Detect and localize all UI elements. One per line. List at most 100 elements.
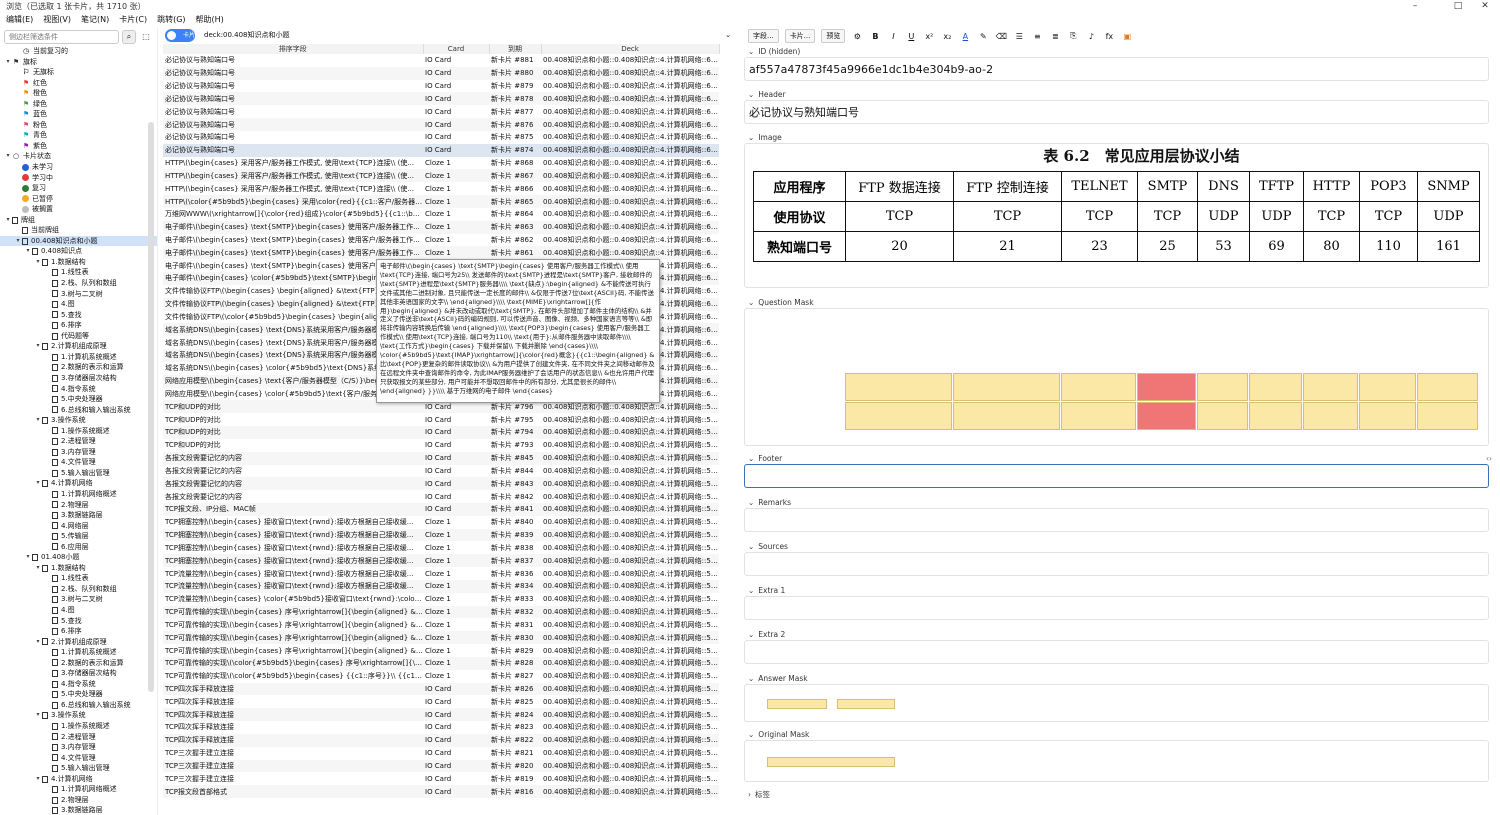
sidebar-tree-item[interactable]: 5.查找 (0, 616, 157, 627)
bold-button[interactable]: B (869, 32, 881, 41)
sidebar-tree-item[interactable]: 6.总线和输入输出系统 (0, 700, 157, 711)
sidebar-tree-item[interactable]: 2.物理层 (0, 795, 157, 806)
table-row[interactable]: 必记协议与熟知端口号 IO Card 新卡片 #874 00.408知识点和小题::0… (163, 143, 719, 157)
table-row[interactable]: TCP和UDP的对比 IO Card 新卡片 #793 00.408知识点和小题::0… (163, 439, 719, 452)
footer-field-label[interactable]: ⌄ Footer ‹› (740, 452, 1500, 464)
tags-label[interactable]: › 标签 (740, 788, 1500, 800)
chevron-down-icon[interactable]: ▾ (34, 478, 42, 489)
sidebar-tree-item[interactable]: 6.排序 (0, 626, 157, 637)
chevron-down-icon[interactable]: ▾ (34, 774, 42, 785)
sidebar-tree-item[interactable]: 4.指令系统 (0, 679, 157, 690)
table-row[interactable]: TCP流量控制\(\begin{cases} 接收窗口\text{rwnd}:接… (163, 567, 719, 580)
sidebar-tree-item[interactable]: ▾ 1.数据结构 (0, 257, 157, 268)
close-button[interactable]: ✕ (1470, 0, 1500, 13)
chevron-down-icon[interactable]: ▾ (34, 341, 42, 352)
collapse-icon[interactable]: ⌄ (748, 730, 754, 739)
sidebar-tree-item[interactable]: 6.总线和输入输出系统 (0, 405, 157, 416)
sidebar-tree-item[interactable]: ▾ ⚑ 旗标 (0, 57, 157, 68)
table-row[interactable]: TCP报文段首部格式 IO Card 新卡片 #816 00.408知识点和小题::0… (163, 785, 719, 799)
table-row[interactable]: TCP拥塞控制\(\begin{cases} 接收窗口\text{rwnd}:接… (163, 528, 719, 542)
sidebar-tree-item[interactable]: 5.传输层 (0, 531, 157, 542)
ordered-list-icon[interactable]: ≡ (1031, 32, 1043, 41)
remarks-field-label[interactable]: ⌄ Remarks (740, 496, 1500, 508)
formula-button[interactable]: fx (1103, 32, 1115, 41)
table-row[interactable]: TCP可靠传输的实现\(\color{#5b9bd5}\begin{cases}… (163, 656, 719, 670)
table-row[interactable]: 必记协议与熟知端口号 IO Card 新卡片 #878 00.408知识点和小题::0… (163, 92, 719, 106)
table-row[interactable]: TCP可靠传输的实现\(\begin{cases} 序号\xrightarrow… (163, 605, 719, 619)
menu-notes[interactable]: 笔记(N) (81, 14, 109, 25)
chevron-down-icon[interactable]: ▾ (34, 710, 42, 721)
sidebar-tree-item[interactable]: ⚑ 红色 (0, 78, 157, 89)
sidebar-tree-item[interactable]: 1.线性表 (0, 573, 157, 584)
superscript-button[interactable]: x² (923, 32, 935, 41)
attachment-icon[interactable]: ⎘ (1067, 31, 1079, 41)
sidebar-tree-item[interactable]: ▾ 3.操作系统 (0, 710, 157, 721)
sidebar-tree-item[interactable]: ▾ 0.408知识点 (0, 246, 157, 257)
sidebar-tree-item[interactable]: 代码题等 (0, 331, 157, 342)
sidebar-tree-item[interactable]: 2.进程管理 (0, 732, 157, 743)
collapse-icon[interactable]: ⌄ (748, 133, 754, 142)
sidebar-tree-item[interactable]: ▾ 2.计算机组成原理 (0, 637, 157, 648)
sidebar-tree-item[interactable]: ⚑ 绿色 (0, 99, 157, 110)
collapse-icon[interactable]: ⌄ (748, 454, 754, 463)
sidebar-tree-item[interactable]: 5.输入输出管理 (0, 763, 157, 774)
eraser-icon[interactable]: ⌫ (995, 32, 1007, 41)
sources-field-label[interactable]: ⌄ Sources (740, 540, 1500, 552)
footer-field[interactable] (744, 464, 1489, 488)
table-row[interactable]: TCP拥塞控制\(\begin{cases} 接收窗口\text{rwnd}:接… (163, 554, 719, 568)
id-field[interactable]: af557a47873f45a9966e1dc1b4e304b9-ao-2 (744, 57, 1489, 81)
image-field-label[interactable]: ⌄ Image (740, 131, 1500, 143)
extra1-field[interactable] (744, 596, 1489, 620)
table-row[interactable]: TCP流量控制\(\begin{cases} \color{#5b9bd5}接收… (163, 593, 719, 606)
sidebar-search-input[interactable] (4, 29, 119, 44)
underline-button[interactable]: U (905, 32, 917, 41)
table-row[interactable]: TCP三次握手建立连接 IO Card 新卡片 #820 00.408知识点和小题::… (163, 759, 719, 773)
collapse-icon[interactable]: ⌄ (748, 630, 754, 639)
sidebar-tree-item[interactable]: ▾ 00.408知识点和小题 (0, 235, 157, 247)
sidebar-tree-item[interactable]: 5.中央处理器 (0, 394, 157, 405)
table-row[interactable]: 各报文段需要记忆的内容 IO Card 新卡片 #842 00.408知识点和小题::… (163, 490, 719, 503)
extra2-field-label[interactable]: ⌄ Extra 2 (740, 628, 1500, 640)
chevron-down-icon[interactable]: ▾ (4, 215, 12, 226)
menu-edit[interactable]: 编辑(E) (6, 14, 33, 25)
sidebar-tree-item[interactable]: 4.图 (0, 605, 157, 616)
table-row[interactable]: TCP三次握手建立连接 IO Card 新卡片 #821 00.408知识点和小题::… (163, 747, 719, 760)
highlight-icon[interactable]: ✎ (977, 32, 989, 41)
sidebar-tree-item[interactable]: 1.线性表 (0, 267, 157, 278)
sidebar-tree-item[interactable]: 4.网络层 (0, 521, 157, 532)
sidebar-tree-item[interactable]: 2.数据的表示和运算 (0, 362, 157, 373)
table-row[interactable]: 电子邮件\(\begin{cases} \text{SMTP}\begin{ca… (163, 234, 719, 247)
sidebar-tree-item[interactable]: 未学习 (0, 162, 157, 173)
sidebar-tree-item[interactable]: ⚑ 橙色 (0, 88, 157, 99)
chevron-down-icon[interactable]: ⌄ (725, 29, 731, 42)
sidebar-tree-item[interactable]: ⚑ 蓝色 (0, 109, 157, 120)
chevron-down-icon[interactable]: ▾ (4, 57, 12, 68)
collapse-icon[interactable]: ⌄ (748, 47, 754, 56)
answer-mask-field[interactable] (744, 684, 1489, 722)
table-row[interactable]: HTTP\(\begin{cases} 采用客户/服务器工作模式, 使用\tex… (163, 169, 719, 183)
table-row[interactable]: TCP四次挥手释放连接 IO Card 新卡片 #822 00.408知识点和小题::… (163, 733, 719, 747)
menu-cards[interactable]: 卡片(C) (119, 14, 147, 25)
search-icon[interactable]: ⌕ (122, 29, 136, 44)
table-row[interactable]: 必记协议与熟知端口号 IO Card 新卡片 #875 00.408知识点和小题::0… (163, 131, 719, 144)
answer-mask-label[interactable]: ⌄ Answer Mask (740, 672, 1500, 684)
table-row[interactable]: 各报文段需要记忆的内容 IO Card 新卡片 #844 00.408知识点和小题::… (163, 465, 719, 478)
maximize-button[interactable]: □ (1443, 0, 1473, 13)
column-sort-field[interactable]: 排序字段 (163, 44, 424, 54)
sidebar-tree-item[interactable]: 4.文件管理 (0, 753, 157, 764)
question-mask-label[interactable]: ⌄ Question Mask (740, 296, 1500, 308)
chevron-down-icon[interactable]: ▾ (24, 246, 32, 257)
sidebar-tree-item[interactable]: 3.内存管理 (0, 447, 157, 458)
extra1-field-label[interactable]: ⌄ Extra 1 (740, 584, 1500, 596)
table-row[interactable]: TCP四次挥手释放连接 IO Card 新卡片 #826 00.408知识点和小题::… (163, 682, 719, 696)
sidebar-tree-item[interactable]: ⚑ 无旗标 (0, 67, 157, 78)
table-row[interactable]: 必记协议与熟知端口号 IO Card 新卡片 #881 00.408知识点和小题::0… (163, 54, 719, 67)
cards-notes-toggle[interactable]: 卡片 (165, 29, 195, 42)
sidebar-tree-item[interactable]: ▾ ○ 卡片状态 (0, 151, 157, 162)
sidebar-tree-item[interactable]: ⚑ 紫色 (0, 141, 157, 152)
sidebar-tree-item[interactable]: 6.排序 (0, 320, 157, 331)
collapse-icon[interactable]: ⌄ (748, 298, 754, 307)
extra2-field[interactable] (744, 640, 1489, 664)
sidebar-tree-item[interactable]: 已暂停 (0, 194, 157, 205)
sidebar-tree-item[interactable]: 3.树与二叉树 (0, 594, 157, 605)
